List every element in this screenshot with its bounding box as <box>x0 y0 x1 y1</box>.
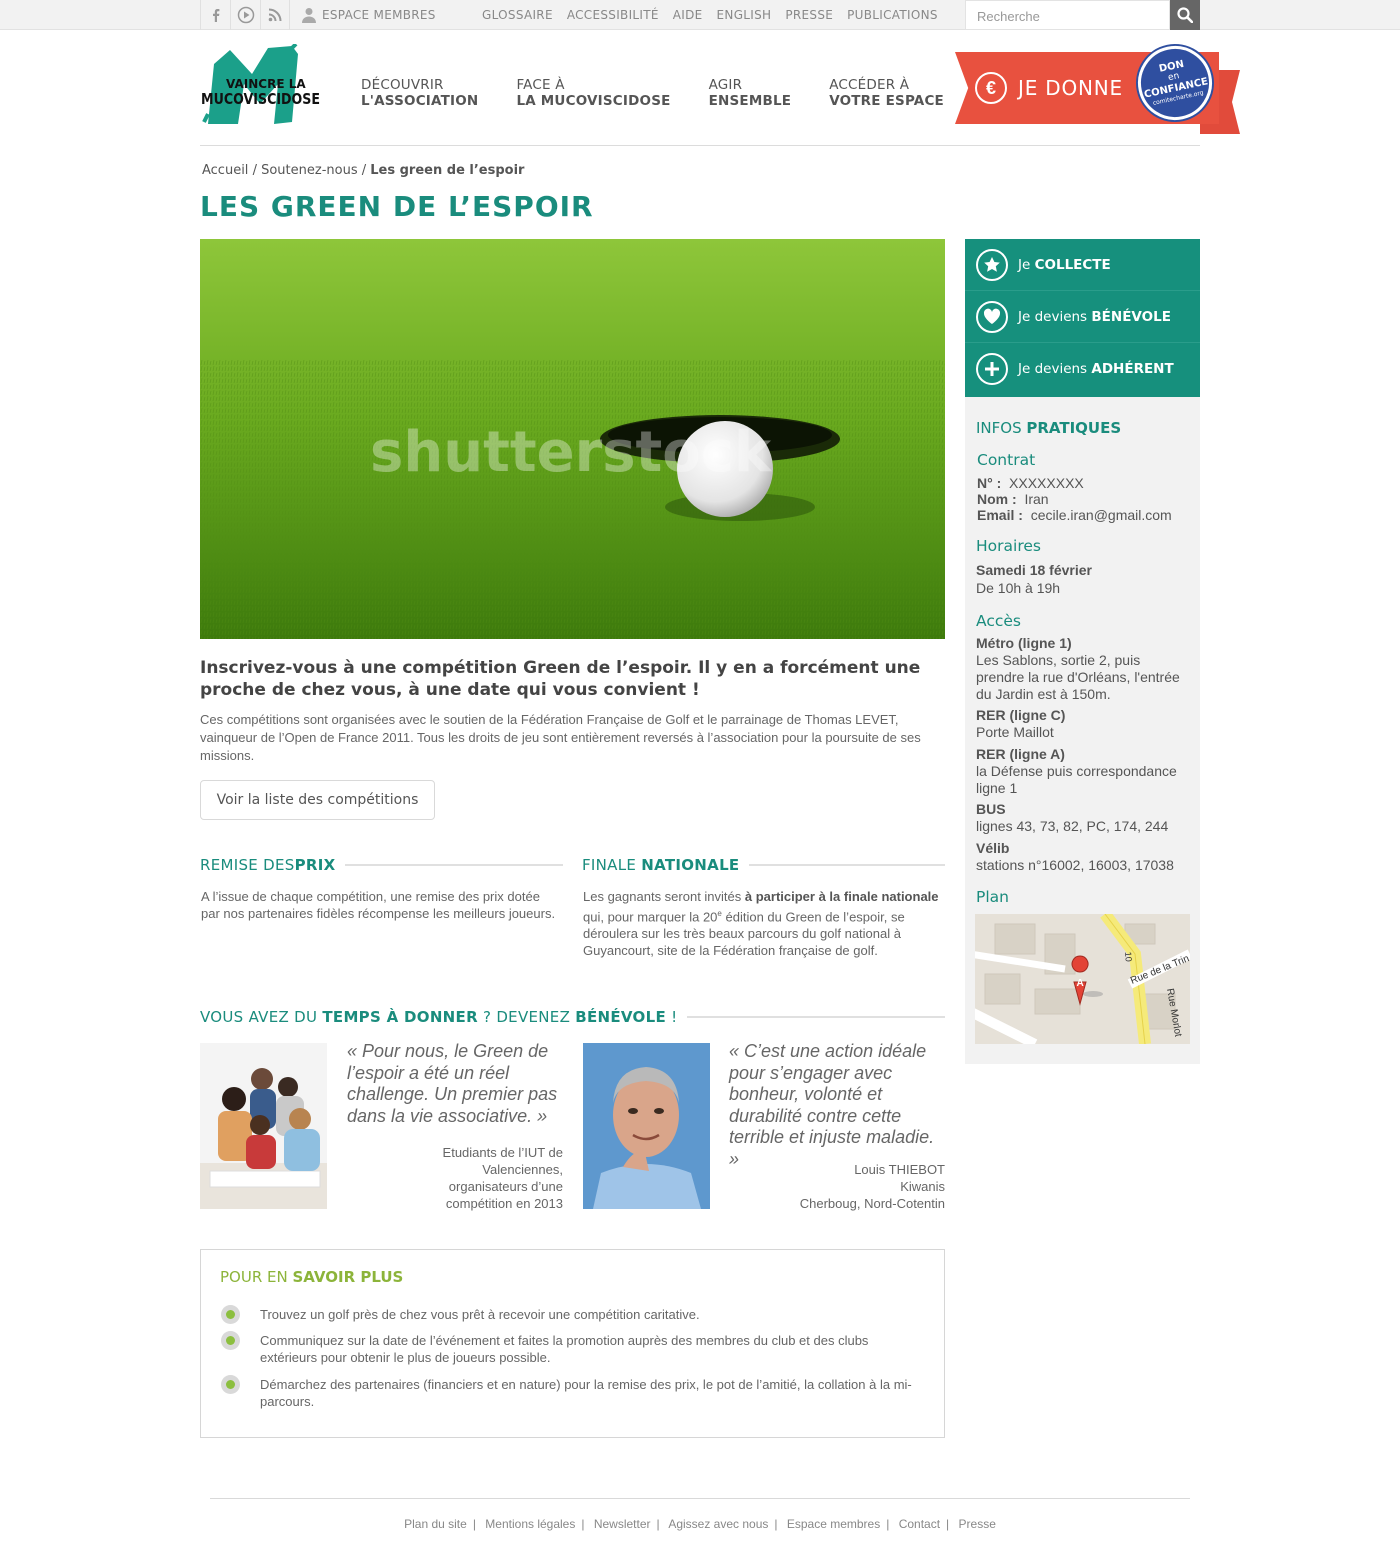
nav-face-mucoviscidose[interactable]: FACE À LA MUCOVISCIDOSE <box>516 77 670 109</box>
bullet-icon <box>221 1375 240 1394</box>
footer-press-link[interactable]: Presse <box>959 1517 996 1531</box>
infos-pratiques-panel: INFOS PRATIQUES Contrat N° : XXXXXXXX No… <box>965 397 1200 1064</box>
horaires-heading: Horaires <box>976 537 1041 555</box>
breadcrumb-current: Les green de l’espoir <box>370 163 525 178</box>
contrat-number: N° : XXXXXXXX <box>977 475 1084 491</box>
facebook-icon[interactable] <box>200 0 230 30</box>
breadcrumb-parent[interactable]: Soutenez-nous <box>261 163 358 178</box>
member-space-label: ESPACE MEMBRES <box>322 8 436 22</box>
euro-icon: € <box>975 72 1007 104</box>
testimonial-author-2: Louis THIEBOT Kiwanis Cherboug, Nord-Cot… <box>799 1162 945 1211</box>
acces-rer-c: RER (ligne C) Porte Maillot <box>976 707 1066 740</box>
breadcrumb-home[interactable]: Accueil <box>202 163 248 178</box>
infos-pratiques-title: INFOS PRATIQUES <box>976 419 1122 437</box>
search-icon <box>1177 7 1193 23</box>
intro-heading: Inscrivez-vous à une compétition Green d… <box>200 658 921 700</box>
top-utility-bar: ESPACE MEMBRES GLOSSAIRE ACCESSIBILITÉ A… <box>0 0 1400 30</box>
nav-act-together[interactable]: AGIR ENSEMBLE <box>709 77 792 109</box>
remise-prix-heading: REMISE DES PRIX <box>200 856 563 874</box>
map-street-number: 10 <box>1123 951 1134 962</box>
user-icon <box>302 8 316 23</box>
page-title: LES GREEN DE L’ESPOIR <box>200 190 594 223</box>
bullet-icon <box>221 1305 240 1324</box>
donate-button[interactable]: € JE DONNE DON en CONFIANCE comitecharte… <box>955 39 1240 136</box>
footer-members-link[interactable]: Espace membres <box>787 1517 880 1531</box>
header-divider <box>200 145 1200 146</box>
footer-sitemap-link[interactable]: Plan du site <box>404 1517 467 1531</box>
savoir-plus-title: POUR EN SAVOIR PLUS <box>220 1268 404 1286</box>
contrat-heading: Contrat <box>977 451 1036 469</box>
logo-line2: MUCOVISCIDOSE <box>201 90 320 108</box>
list-item: Communiquez sur la date de l’événement e… <box>221 1331 921 1366</box>
logo-line1: VAINCRE LA <box>226 77 306 91</box>
footer-legal-link[interactable]: Mentions légales <box>485 1517 575 1531</box>
list-item: Trouvez un golf près de chez vous prêt à… <box>221 1305 921 1324</box>
finale-nationale-text: Les gagnants seront invités à participer… <box>583 889 939 959</box>
plan-heading: Plan <box>976 888 1009 906</box>
students-photo <box>200 1043 327 1209</box>
acces-heading: Accès <box>976 612 1021 630</box>
rss-icon[interactable] <box>260 0 290 30</box>
heart-icon <box>976 301 1008 333</box>
contrat-name: Nom : Iran <box>977 491 1049 507</box>
footer-divider <box>210 1498 1190 1499</box>
acces-rer-a: RER (ligne A) la Défense puis correspond… <box>976 746 1177 796</box>
footer-contact-link[interactable]: Contact <box>899 1517 940 1531</box>
action-adherent[interactable]: Je deviens ADHÉRENT <box>965 343 1200 395</box>
breadcrumb: Accueil / Soutenez-nous / Les green de l… <box>202 163 525 178</box>
social-links <box>200 0 290 30</box>
intro-text: Ces compétitions sont organisées avec le… <box>200 712 921 763</box>
hero-golf-image: shutterstock <box>200 239 945 639</box>
plus-icon <box>976 353 1008 385</box>
english-link[interactable]: ENGLISH <box>717 8 772 22</box>
member-space-link[interactable]: ESPACE MEMBRES <box>302 0 436 30</box>
donate-label: JE DONNE <box>1018 76 1123 100</box>
action-box: Je COLLECTE Je deviens BÉNÉVOLE Je devie… <box>965 239 1200 397</box>
testimonial-quote-2: « C’est une action idéale pour s’engager… <box>729 1041 935 1169</box>
finale-nationale-heading: FINALE NATIONALE <box>582 856 945 874</box>
horaires-time: De 10h à 19h <box>976 580 1061 596</box>
site-logo[interactable]: VAINCRE LA MUCOVISCIDOSE <box>200 42 322 126</box>
competitions-list-button[interactable]: Voir la liste des compétitions <box>200 780 435 820</box>
horaires-date: Samedi 18 février <box>976 562 1092 578</box>
play-video-icon[interactable] <box>230 0 260 30</box>
contrat-email: Email : cecile.iran@gmail.com <box>977 507 1172 523</box>
benevole-heading: VOUS AVEZ DU TEMPS À DONNER ? DEVENEZ BÉ… <box>200 1008 945 1026</box>
savoir-plus-box: POUR EN SAVOIR PLUS Trouvez un golf près… <box>200 1249 945 1438</box>
location-map[interactable]: Rue de la Trin Rue Morlot 10 A <box>975 914 1190 1044</box>
action-benevole[interactable]: Je deviens BÉNÉVOLE <box>965 291 1200 343</box>
star-icon <box>976 249 1008 281</box>
nav-access-space[interactable]: ACCÉDER À VOTRE ESPACE <box>829 77 944 109</box>
publications-link[interactable]: PUBLICATIONS <box>847 8 938 22</box>
search-button[interactable] <box>1170 0 1200 30</box>
acces-bus: BUS lignes 43, 73, 82, PC, 174, 244 <box>976 801 1169 834</box>
nav-discover-association[interactable]: DÉCOUVRIR L'ASSOCIATION <box>361 77 478 109</box>
acces-metro: Métro (ligne 1) Les Sablons, sortie 2, p… <box>976 635 1180 702</box>
action-collecte[interactable]: Je COLLECTE <box>965 239 1200 291</box>
list-item: Démarchez des partenaires (financiers et… <box>221 1375 921 1410</box>
accessibility-link[interactable]: ACCESSIBILITÉ <box>567 8 659 22</box>
footer-links: Plan du site | Mentions légales | Newslett… <box>404 1517 996 1531</box>
map-marker-label: A <box>1077 978 1084 989</box>
remise-prix-text: A l’issue de chaque compétition, une rem… <box>201 889 556 921</box>
bullet-icon <box>221 1331 240 1350</box>
press-link[interactable]: PRESSE <box>785 8 833 22</box>
glossary-link[interactable]: GLOSSAIRE <box>482 8 553 22</box>
main-navigation: DÉCOUVRIR L'ASSOCIATION FACE À LA MUCOVI… <box>361 77 982 109</box>
testimonial-quote-1: « Pour nous, le Green de l’espoir a été … <box>347 1041 558 1126</box>
hero-watermark: shutterstock <box>370 420 773 485</box>
footer-act-link[interactable]: Agissez avec nous <box>668 1517 768 1531</box>
search-input[interactable]: Recherche <box>965 0 1170 30</box>
testimonial-author-1: Etudiants de l’IUT de Valenciennes, orga… <box>442 1145 563 1211</box>
help-link[interactable]: AIDE <box>673 8 703 22</box>
footer-newsletter-link[interactable]: Newsletter <box>594 1517 651 1531</box>
utility-links: GLOSSAIRE ACCESSIBILITÉ AIDE ENGLISH PRE… <box>482 0 938 30</box>
man-portrait-photo <box>583 1043 710 1209</box>
acces-velib: Vélib stations n°16002, 16003, 17038 <box>976 840 1174 873</box>
